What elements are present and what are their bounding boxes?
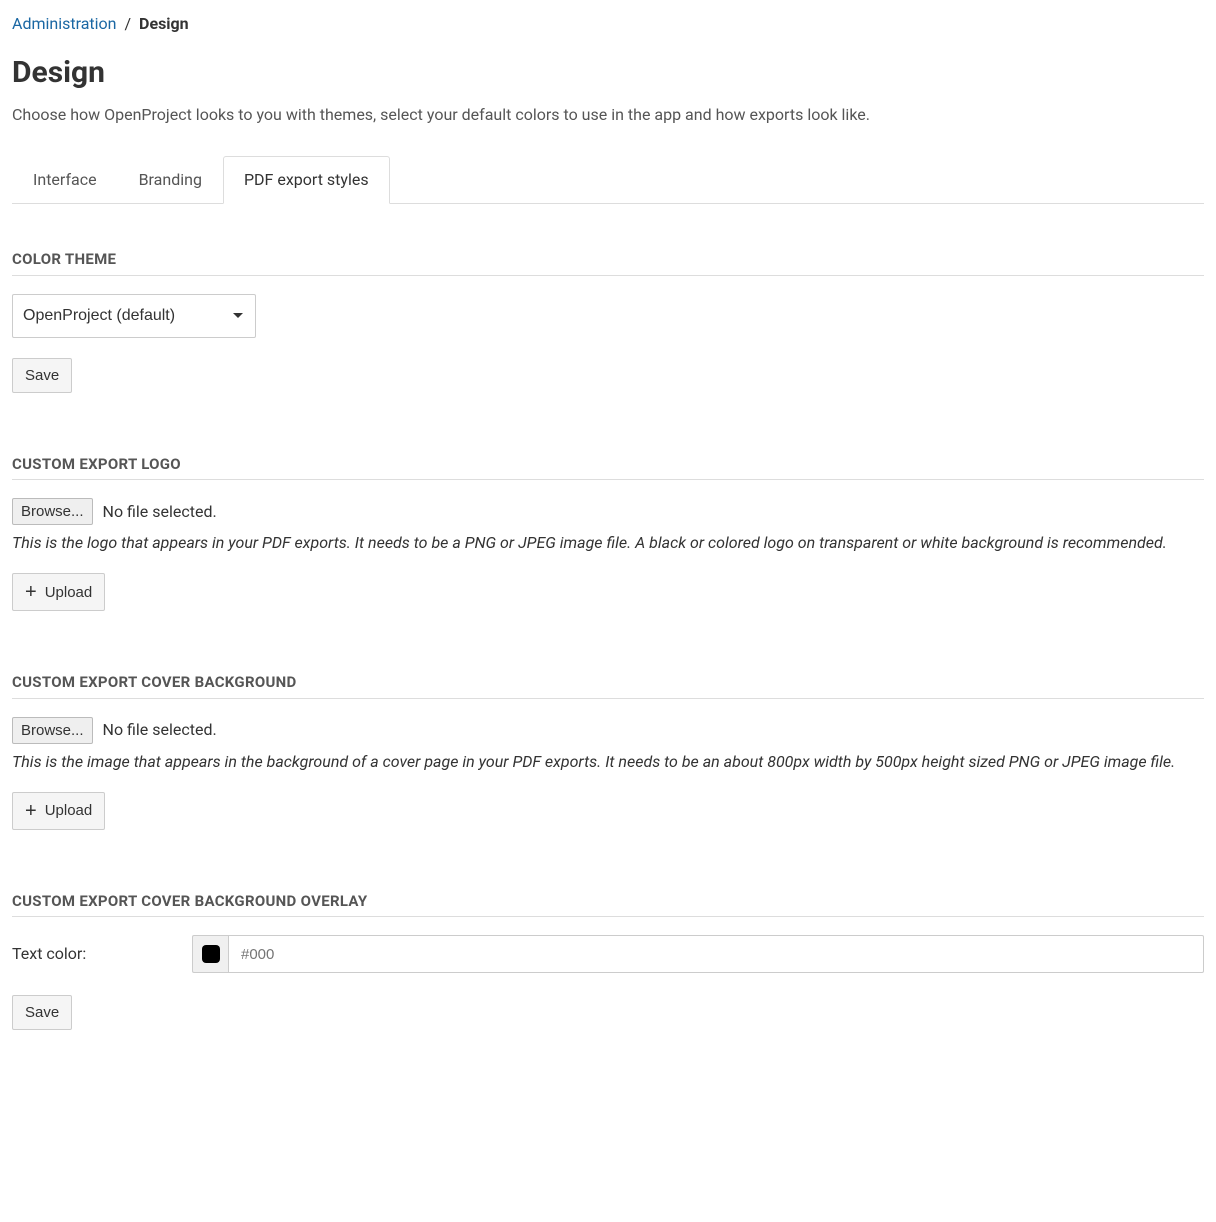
upload-cover-label: Upload <box>45 802 93 819</box>
logo-file-status: No file selected. <box>103 500 217 524</box>
section-cover-overlay: CUSTOM EXPORT COVER BACKGROUND OVERLAY T… <box>12 890 1204 1031</box>
save-overlay-button[interactable]: Save <box>12 995 72 1030</box>
browse-logo-button[interactable]: Browse... <box>12 498 93 525</box>
save-button[interactable]: Save <box>12 358 72 393</box>
section-title-cover-overlay: CUSTOM EXPORT COVER BACKGROUND OVERLAY <box>12 890 1204 918</box>
browse-cover-button[interactable]: Browse... <box>12 717 93 744</box>
breadcrumb: Administration / Design <box>12 12 1204 36</box>
page-description: Choose how OpenProject looks to you with… <box>12 103 1204 127</box>
upload-logo-label: Upload <box>45 584 93 601</box>
color-theme-select[interactable]: OpenProject (default) <box>12 294 256 338</box>
tab-list: Interface Branding PDF export styles <box>12 155 1204 204</box>
cover-help-text: This is the image that appears in the ba… <box>12 750 1204 774</box>
breadcrumb-separator: / <box>124 14 131 33</box>
section-title-export-logo: CUSTOM EXPORT LOGO <box>12 453 1204 481</box>
text-color-swatch <box>202 945 220 963</box>
text-color-input[interactable] <box>228 935 1204 973</box>
tab-interface[interactable]: Interface <box>12 156 118 204</box>
text-color-label: Text color: <box>12 942 192 966</box>
breadcrumb-parent-link[interactable]: Administration <box>12 14 117 33</box>
section-title-color-theme: COLOR THEME <box>12 248 1204 276</box>
cover-file-status: No file selected. <box>103 718 217 742</box>
plus-icon: + <box>25 801 37 821</box>
tab-branding[interactable]: Branding <box>118 156 223 204</box>
logo-help-text: This is the logo that appears in your PD… <box>12 531 1204 555</box>
upload-logo-button[interactable]: + Upload <box>12 573 105 611</box>
upload-cover-button[interactable]: + Upload <box>12 792 105 830</box>
plus-icon: + <box>25 582 37 602</box>
section-custom-export-logo: CUSTOM EXPORT LOGO Browse... No file sel… <box>12 453 1204 612</box>
breadcrumb-current: Design <box>139 14 189 33</box>
section-color-theme: COLOR THEME OpenProject (default) Save <box>12 248 1204 393</box>
section-title-cover-bg: CUSTOM EXPORT COVER BACKGROUND <box>12 671 1204 699</box>
tab-pdf-export-styles[interactable]: PDF export styles <box>223 156 390 204</box>
text-color-swatch-box[interactable] <box>192 935 228 973</box>
section-custom-cover-background: CUSTOM EXPORT COVER BACKGROUND Browse...… <box>12 671 1204 830</box>
page-title: Design <box>12 50 1204 95</box>
